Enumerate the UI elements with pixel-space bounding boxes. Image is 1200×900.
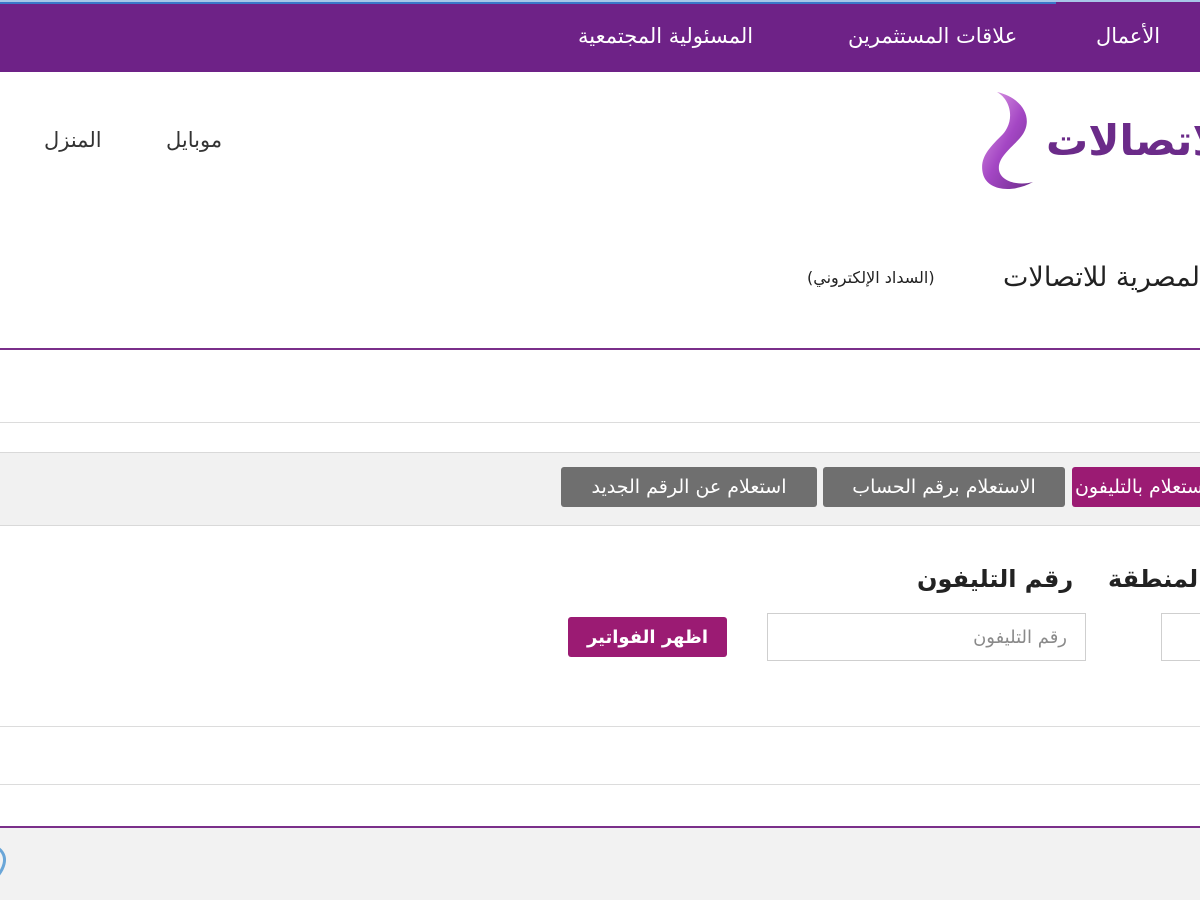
- divider: [0, 726, 1200, 727]
- footer: [0, 828, 1200, 900]
- main-nav-item-home[interactable]: المنزل: [44, 128, 102, 152]
- chat-bubble-icon[interactable]: [0, 842, 8, 886]
- tab-inquiry-new-number[interactable]: استعلام عن الرقم الجديد: [561, 467, 817, 507]
- page-subtitle: (السداد الإلكتروني): [807, 268, 935, 287]
- area-code-label: المنطقة: [1108, 565, 1200, 593]
- divider: [0, 784, 1200, 785]
- section-divider: [0, 348, 1200, 350]
- main-nav-item-mobile[interactable]: موبايل: [166, 128, 222, 152]
- area-code-input[interactable]: [1161, 613, 1200, 661]
- brand-logo-text: للاتصالات: [1046, 116, 1200, 165]
- phone-number-label: رقم التليفون: [917, 565, 1074, 593]
- phone-number-input[interactable]: [767, 613, 1086, 661]
- tab-inquiry-by-phone[interactable]: الاستعلام بالتليفون: [1072, 467, 1200, 507]
- top-accent-line: [0, 2, 1056, 4]
- top-nav-item-business[interactable]: الأعمال: [1096, 24, 1160, 48]
- divider: [0, 422, 1200, 423]
- page-title: المصرية للاتصالات: [1003, 262, 1200, 293]
- show-bills-button[interactable]: اظهر الفواتير: [568, 617, 727, 657]
- top-nav-item-social-responsibility[interactable]: المسئولية المجتمعية: [578, 24, 753, 48]
- brand-logo-icon[interactable]: [975, 90, 1037, 194]
- tab-inquiry-by-account[interactable]: الاستعلام برقم الحساب: [823, 467, 1065, 507]
- top-nav-item-investor-relations[interactable]: علاقات المستثمرين: [848, 24, 1017, 48]
